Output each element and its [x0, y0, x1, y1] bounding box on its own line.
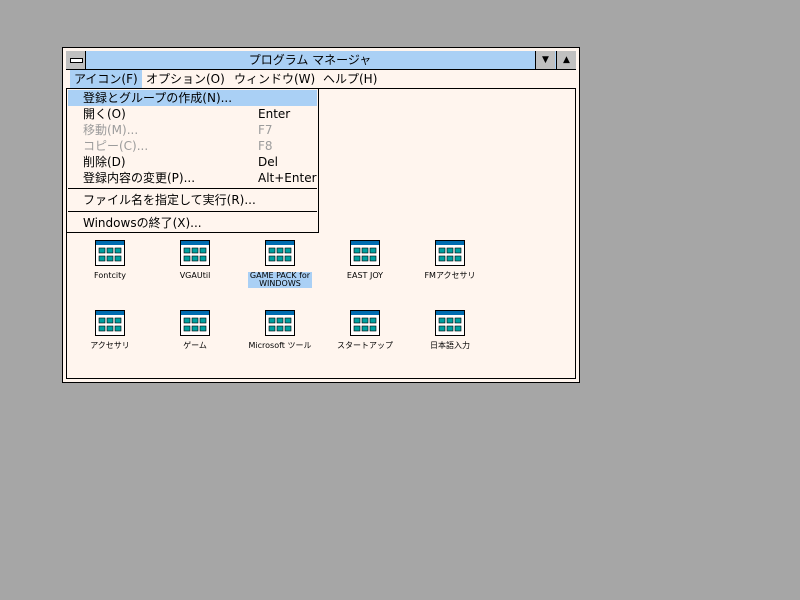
program-group-icon: [435, 240, 465, 266]
program-group-label: EAST JOY: [346, 271, 384, 280]
menu-item-accel: Enter: [258, 107, 291, 121]
menu-item-label: 登録内容の変更(P)...: [83, 171, 196, 185]
program-group-label: VGAUtil: [179, 271, 211, 280]
program-group-icon: [95, 240, 125, 266]
menu-item-label: 登録とグループの作成(N)...: [83, 91, 233, 105]
program-group-icon[interactable]: Fontcity: [70, 240, 150, 280]
program-group-icon: [350, 310, 380, 336]
menu-item-delete[interactable]: 削除(D) Del: [68, 154, 317, 170]
menu-item-accel: Alt+Enter: [258, 171, 317, 185]
program-group-icon[interactable]: アクセサリ: [70, 310, 150, 350]
program-group-label: FMアクセサリ: [424, 271, 476, 280]
menu-item-run[interactable]: ファイル名を指定して実行(R)...: [68, 192, 317, 208]
program-group-icon: [265, 310, 295, 336]
menu-item-label: コピー(C)...: [83, 139, 149, 153]
program-group-icon: [180, 240, 210, 266]
program-group-icon: [350, 240, 380, 266]
system-menu-icon: [70, 58, 83, 63]
program-group-icon: [265, 240, 295, 266]
program-group-label: Microsoft ツール: [248, 341, 312, 350]
menu-icon[interactable]: アイコン(F): [70, 70, 142, 88]
menu-item-accel: Del: [258, 155, 278, 169]
menu-item-open[interactable]: 開く(O) Enter: [68, 106, 317, 122]
menu-help[interactable]: ヘルプ(H): [319, 70, 381, 88]
menu-separator: [68, 211, 317, 212]
program-group-icon[interactable]: ゲーム: [155, 310, 235, 350]
menu-item-properties[interactable]: 登録内容の変更(P)... Alt+Enter: [68, 170, 317, 186]
program-group-icon[interactable]: VGAUtil: [155, 240, 235, 280]
program-group-icon: [180, 310, 210, 336]
title-bar[interactable]: プログラム マネージャ ▼ ▲: [66, 51, 576, 70]
program-group-icon: [435, 310, 465, 336]
program-group-label: Fontcity: [94, 271, 126, 280]
menu-bar: アイコン(F) オプション(O) ウィンドウ(W) ヘルプ(H): [66, 70, 576, 89]
system-menu-button[interactable]: [66, 51, 86, 69]
menu-item-exit-windows[interactable]: Windowsの終了(X)...: [68, 215, 317, 231]
program-group-icon[interactable]: GAME PACK for WINDOWS: [240, 240, 320, 288]
program-group-icon[interactable]: FMアクセサリ: [410, 240, 490, 280]
program-group-icon[interactable]: Microsoft ツール: [240, 310, 320, 350]
program-group-icon: [95, 310, 125, 336]
maximize-button[interactable]: ▲: [556, 51, 576, 69]
program-group-icon[interactable]: EAST JOY: [325, 240, 405, 280]
program-group-icon[interactable]: 日本語入力: [410, 310, 490, 350]
maximize-icon: ▲: [563, 55, 570, 65]
minimize-icon: ▼: [542, 55, 549, 65]
menu-item-accel: F8: [258, 139, 273, 153]
menu-separator: [68, 188, 317, 189]
program-group-label: GAME PACK for WINDOWS: [247, 271, 313, 288]
menu-item-move: 移動(M)... F7: [68, 122, 317, 138]
icon-menu-dropdown: 登録とグループの作成(N)... 開く(O) Enter 移動(M)... F7…: [66, 88, 319, 233]
minimize-button[interactable]: ▼: [535, 51, 555, 69]
program-group-label: スタートアップ: [337, 341, 393, 350]
menu-item-new[interactable]: 登録とグループの作成(N)...: [68, 90, 317, 106]
menu-item-label: 開く(O): [83, 107, 126, 121]
program-group-label: ゲーム: [183, 341, 207, 350]
program-group-label: アクセサリ: [90, 341, 130, 350]
menu-options[interactable]: オプション(O): [142, 70, 229, 88]
window-title: プログラム マネージャ: [248, 53, 372, 67]
menu-item-label: 削除(D): [83, 155, 126, 169]
menu-window[interactable]: ウィンドウ(W): [230, 70, 319, 88]
menu-item-label: Windowsの終了(X)...: [83, 216, 202, 230]
program-group-icon[interactable]: スタートアップ: [325, 310, 405, 350]
menu-item-accel: F7: [258, 123, 273, 137]
menu-item-label: 移動(M)...: [83, 123, 139, 137]
program-group-label: 日本語入力: [430, 341, 470, 350]
menu-item-copy: コピー(C)... F8: [68, 138, 317, 154]
menu-item-label: ファイル名を指定して実行(R)...: [83, 193, 256, 207]
